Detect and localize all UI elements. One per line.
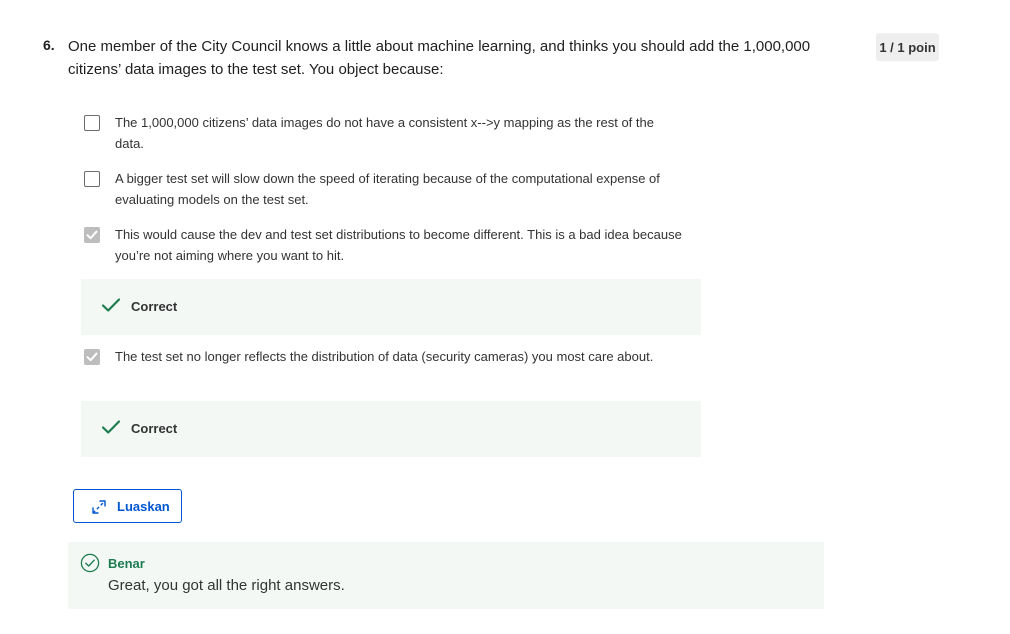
checkbox-checked[interactable] xyxy=(84,227,100,243)
checkbox-checked[interactable] xyxy=(84,349,100,365)
question-text: One member of the City Council knows a l… xyxy=(68,38,811,78)
answer-option-text: This would cause the dev and test set di… xyxy=(115,227,682,263)
correct-check-icon xyxy=(101,419,121,440)
answer-option-text: The test set no longer reflects the dist… xyxy=(115,349,654,364)
quiz-question-page: 6. One member of the City Council knows … xyxy=(0,0,1010,634)
expand-arrows-icon xyxy=(90,498,108,521)
correct-check-icon xyxy=(101,297,121,318)
expand-button[interactable]: Luaskan xyxy=(73,489,182,523)
answer-option-text: The 1,000,000 citizens’ data images do n… xyxy=(115,115,654,151)
checkmark-icon xyxy=(86,352,98,362)
feedback-correct: Correct xyxy=(81,401,701,457)
answer-option-text: A bigger test set will slow down the spe… xyxy=(115,171,660,207)
points-badge: 1 / 1 poin xyxy=(876,33,939,61)
feedback-correct: Correct xyxy=(81,279,701,335)
question-number: 6. xyxy=(43,37,55,53)
checkmark-icon xyxy=(86,230,98,240)
feedback-label: Correct xyxy=(131,299,178,314)
checkbox-unchecked[interactable] xyxy=(84,171,100,187)
feedback-label: Correct xyxy=(131,421,178,436)
result-title: Benar xyxy=(108,556,145,571)
result-message: Great, you got all the right answers. xyxy=(108,577,345,594)
check-circle-icon xyxy=(80,553,100,578)
checkbox-unchecked[interactable] xyxy=(84,115,100,131)
result-panel: Benar Great, you got all the right answe… xyxy=(68,542,824,609)
expand-button-label: Luaskan xyxy=(117,499,170,514)
